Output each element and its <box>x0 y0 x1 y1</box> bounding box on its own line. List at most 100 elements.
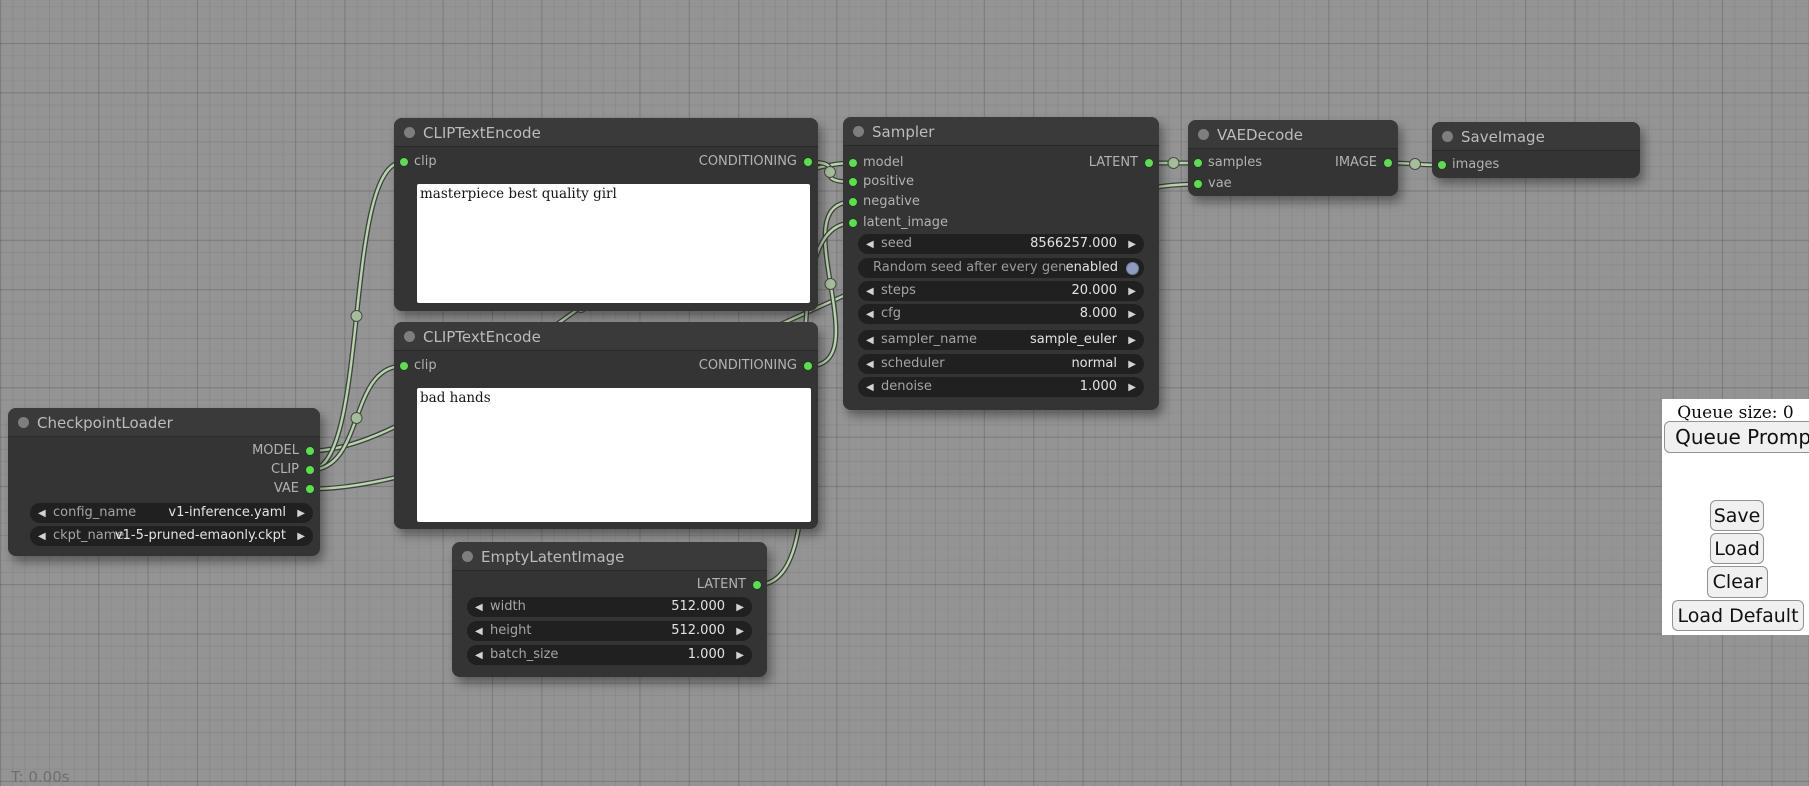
output-port-CLIP[interactable] <box>305 465 315 475</box>
output-port-LATENT[interactable] <box>752 580 762 590</box>
node-title-bar[interactable]: CheckpointLoader <box>8 408 320 437</box>
widget-batch_size[interactable]: ◀▶batch_size1.000 <box>467 645 752 665</box>
queue-prompt-button[interactable]: Queue Prompt <box>1664 421 1809 453</box>
widget-label: scheduler <box>881 356 945 372</box>
widget-steps[interactable]: ◀▶steps20.000 <box>858 281 1144 301</box>
node-title-bar[interactable]: EmptyLatentImage <box>452 542 767 571</box>
widget-label: denoise <box>881 379 932 395</box>
increment-arrow-icon[interactable]: ▶ <box>736 601 744 614</box>
node-empty-latent-image[interactable]: EmptyLatentImageLATENT◀▶width512.000◀▶he… <box>452 542 767 677</box>
input-port-samples[interactable] <box>1193 158 1203 168</box>
widget-value: 8.000 <box>1080 306 1117 322</box>
widget-ckpt_name[interactable]: ◀▶ckpt_namev1-5-pruned-emaonly.ckpt <box>30 526 313 546</box>
widget-config_name[interactable]: ◀▶config_namev1-inference.yaml <box>30 503 313 523</box>
node-title-bar[interactable]: VAEDecode <box>1188 120 1398 149</box>
node-title-bar[interactable]: SaveImage <box>1432 122 1640 151</box>
clear-button[interactable]: Clear <box>1707 566 1768 598</box>
input-port-model[interactable] <box>848 158 858 168</box>
toggle-enabled-icon[interactable] <box>1126 262 1139 275</box>
input-port-images[interactable] <box>1437 160 1447 170</box>
output-port-CONDITIONING[interactable] <box>803 157 813 167</box>
node-clip-text-encode-positive[interactable]: CLIPTextEncodeclipCONDITIONING <box>394 118 818 311</box>
link-middot-clip-to-positive-encode[interactable] <box>351 311 362 322</box>
increment-arrow-icon[interactable]: ▶ <box>736 625 744 638</box>
decrement-arrow-icon[interactable]: ◀ <box>866 358 874 371</box>
node-title-bar[interactable]: CLIPTextEncode <box>394 322 818 351</box>
input-port-clip[interactable] <box>399 361 409 371</box>
widget-value: 512.000 <box>671 623 725 639</box>
increment-arrow-icon[interactable]: ▶ <box>297 530 305 543</box>
collapse-dot-icon[interactable] <box>853 126 864 137</box>
node-checkpoint-loader[interactable]: CheckpointLoaderMODELCLIPVAE◀▶config_nam… <box>8 408 320 556</box>
load-default-button[interactable]: Load Default <box>1672 600 1804 631</box>
input-port-negative[interactable] <box>848 197 858 207</box>
decrement-arrow-icon[interactable]: ◀ <box>475 601 483 614</box>
decrement-arrow-icon[interactable]: ◀ <box>866 381 874 394</box>
node-sampler[interactable]: Samplermodelpositivenegativelatent_image… <box>843 117 1159 410</box>
link-middot-positive-conditioning[interactable] <box>825 167 836 178</box>
node-title-text: EmptyLatentImage <box>481 548 624 566</box>
widget-label: ckpt_name <box>53 528 124 544</box>
node-title-bar[interactable]: CLIPTextEncode <box>394 118 818 147</box>
link-middot-latent-to-decoder[interactable] <box>1168 158 1179 169</box>
link-middot-negative-conditioning[interactable] <box>825 279 836 290</box>
widget-random-seed-after-every-gen[interactable]: Random seed after every genenabled <box>858 258 1144 278</box>
increment-arrow-icon[interactable]: ▶ <box>736 649 744 662</box>
widget-width[interactable]: ◀▶width512.000 <box>467 597 752 617</box>
link-middot-image-to-save[interactable] <box>1410 159 1421 170</box>
prompt-textarea[interactable] <box>417 184 810 303</box>
output-port-VAE[interactable] <box>305 484 315 494</box>
node-save-image[interactable]: SaveImageimages <box>1432 122 1640 178</box>
increment-arrow-icon[interactable]: ▶ <box>1128 358 1136 371</box>
widget-label: height <box>490 623 531 639</box>
link-middot-clip-to-negative-encode[interactable] <box>351 413 362 424</box>
decrement-arrow-icon[interactable]: ◀ <box>38 507 46 520</box>
increment-arrow-icon[interactable]: ▶ <box>1128 334 1136 347</box>
collapse-dot-icon[interactable] <box>404 127 415 138</box>
output-port-CONDITIONING[interactable] <box>803 361 813 371</box>
collapse-dot-icon[interactable] <box>18 417 29 428</box>
collapse-dot-icon[interactable] <box>1442 131 1453 142</box>
output-port-MODEL[interactable] <box>305 446 315 456</box>
collapse-dot-icon[interactable] <box>1198 129 1209 140</box>
widget-seed[interactable]: ◀▶seed8566257.000 <box>858 234 1144 254</box>
widget-label: sampler_name <box>881 332 977 348</box>
comfyui-canvas[interactable]: { "status_text": "T: 0.00s", "colors": {… <box>0 0 1809 782</box>
save-button[interactable]: Save <box>1710 500 1764 531</box>
load-button[interactable]: Load <box>1710 533 1764 564</box>
increment-arrow-icon[interactable]: ▶ <box>1128 308 1136 321</box>
decrement-arrow-icon[interactable]: ◀ <box>866 308 874 321</box>
input-port-clip[interactable] <box>399 157 409 167</box>
collapse-dot-icon[interactable] <box>462 551 473 562</box>
increment-arrow-icon[interactable]: ▶ <box>297 507 305 520</box>
input-port-latent_image[interactable] <box>848 218 858 228</box>
widget-cfg[interactable]: ◀▶cfg8.000 <box>858 304 1144 324</box>
widget-value: 1.000 <box>688 647 725 663</box>
output-label: CONDITIONING <box>699 358 797 374</box>
input-port-vae[interactable] <box>1193 179 1203 189</box>
decrement-arrow-icon[interactable]: ◀ <box>38 530 46 543</box>
widget-height[interactable]: ◀ ▶ height 512.000 <box>467 621 752 641</box>
widget-scheduler[interactable]: ◀▶schedulernormal <box>858 354 1144 374</box>
node-vae-decode[interactable]: VAEDecodesamplesvaeIMAGE <box>1188 120 1398 196</box>
increment-arrow-icon[interactable]: ▶ <box>1128 285 1136 298</box>
decrement-arrow-icon[interactable]: ◀ <box>866 238 874 251</box>
widget-denoise[interactable]: ◀▶denoise1.000 <box>858 377 1144 397</box>
decrement-arrow-icon[interactable]: ◀ <box>475 625 483 638</box>
node-title-bar[interactable]: Sampler <box>843 117 1159 146</box>
decrement-arrow-icon[interactable]: ◀ <box>475 649 483 662</box>
output-label: VAE <box>274 481 299 497</box>
input-label: latent_image <box>863 215 948 231</box>
input-port-positive[interactable] <box>848 177 858 187</box>
collapse-dot-icon[interactable] <box>404 331 415 342</box>
decrement-arrow-icon[interactable]: ◀ <box>866 285 874 298</box>
output-port-IMAGE[interactable] <box>1383 158 1393 168</box>
widget-value: 20.000 <box>1072 283 1118 299</box>
increment-arrow-icon[interactable]: ▶ <box>1128 381 1136 394</box>
decrement-arrow-icon[interactable]: ◀ <box>866 334 874 347</box>
node-clip-text-encode-negative[interactable]: CLIPTextEncodeclipCONDITIONING <box>394 322 818 529</box>
prompt-textarea[interactable] <box>417 388 811 522</box>
increment-arrow-icon[interactable]: ▶ <box>1128 238 1136 251</box>
output-port-LATENT[interactable] <box>1144 158 1154 168</box>
widget-sampler_name[interactable]: ◀▶sampler_namesample_euler <box>858 330 1144 350</box>
